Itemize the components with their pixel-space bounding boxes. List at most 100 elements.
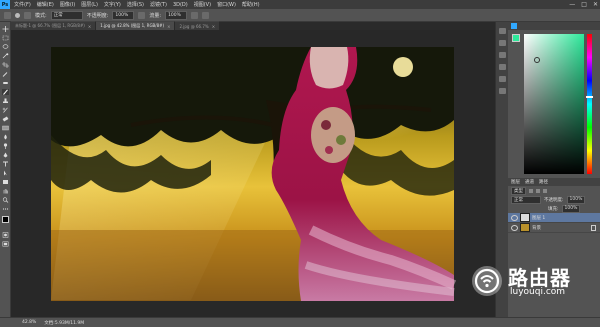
color-panel-header [508,22,600,30]
flow-label: 流量: [149,12,162,19]
type-tool-icon[interactable] [2,161,9,167]
layer-row-background[interactable]: 背景 [508,223,600,233]
tab-document-1[interactable]: 未标题-1 @ 66.7% (图层 1, RGB/8#) × [11,21,96,30]
tab-layers[interactable]: 图层 [511,179,520,185]
menu-file[interactable]: 文件(F) [14,1,31,8]
color-picker-cursor[interactable] [534,57,540,63]
watermark-url: luyouqi.com [510,287,566,297]
brush-panel-icon[interactable] [24,11,31,19]
brush-settings-icon[interactable] [499,64,506,70]
brush-tool-icon[interactable] [2,89,9,95]
pressure-size-icon[interactable] [202,11,210,19]
flow-input[interactable]: 100% [165,10,188,20]
tab-document-2[interactable]: 1.jpg @ 42.8% (图层 1, RGB/8#) × [96,21,175,30]
layer-filter-row: 类型 [508,186,600,195]
menu-edit[interactable]: 编辑(E) [37,1,54,8]
filter-pixel-icon[interactable] [529,188,533,193]
tab-label: 1.jpg @ 42.8% (图层 1, RGB/8#) [100,23,165,28]
mode-select[interactable]: 正常 [50,10,83,20]
menu-3d[interactable]: 3D(D) [173,2,188,8]
maximize-button[interactable]: □ [581,1,587,8]
filter-type-icon[interactable] [543,188,547,193]
zoom-tool-icon[interactable] [2,197,9,203]
pen-tool-icon[interactable] [2,152,9,158]
photo-layer [51,47,457,301]
move-tool-icon[interactable] [2,26,9,32]
photoshop-logo: Ps [0,0,10,9]
properties-panel-icon[interactable] [499,40,506,46]
layer-fill-input[interactable]: 100% [561,204,581,213]
blend-mode-select[interactable]: 正常 [511,195,541,204]
pressure-opacity-icon[interactable] [138,11,146,19]
foreground-color-chip[interactable] [512,34,520,42]
hue-slider-handle[interactable] [586,96,593,98]
document-canvas[interactable] [11,30,504,317]
hand-tool-icon[interactable] [2,188,9,194]
router-logo-icon [472,266,502,296]
eyedropper-tool-icon[interactable] [2,71,9,77]
filter-adjust-icon[interactable] [536,188,540,193]
path-select-tool-icon[interactable] [2,170,9,176]
visibility-eye-icon[interactable] [511,214,518,221]
brush-tool-preset-icon[interactable] [4,11,11,19]
minimize-button[interactable]: — [569,1,575,8]
menu-image[interactable]: 图像(I) [60,1,75,8]
eraser-tool-icon[interactable] [2,116,9,122]
color-field[interactable] [524,34,584,174]
zoom-level[interactable]: 42.8% [22,320,36,325]
window-controls: — □ ✕ [569,0,598,9]
foreground-color-swatch[interactable] [2,216,9,223]
layer-name[interactable]: 背景 [532,225,541,231]
tab-channels[interactable]: 通道 [525,179,534,185]
visibility-eye-icon[interactable] [511,224,518,231]
dodge-tool-icon[interactable] [2,143,9,149]
rectangle-tool-icon[interactable] [2,179,9,185]
menu-type[interactable]: 文字(Y) [104,1,121,8]
healing-brush-tool-icon[interactable] [2,80,9,86]
menu-window[interactable]: 窗口(W) [217,1,236,8]
history-brush-tool-icon[interactable] [2,107,9,113]
color-swatches[interactable] [2,216,11,226]
menu-help[interactable]: 帮助(H) [242,1,260,8]
hue-slider[interactable] [586,34,593,174]
close-tab-icon[interactable]: × [167,24,170,29]
edit-toolbar-icon[interactable] [2,206,9,212]
clone-stamp-tool-icon[interactable] [2,98,9,104]
marquee-tool-icon[interactable] [2,35,9,41]
status-bar: 42.8% 文档:5.93M/11.9M [0,317,600,327]
history-panel-icon[interactable] [499,28,506,34]
screen-mode-icon[interactable] [2,241,9,247]
close-button[interactable]: ✕ [593,1,598,8]
menu-filter[interactable]: 滤镜(T) [150,1,167,8]
menu-select[interactable]: 选择(S) [127,1,144,8]
close-tab-icon[interactable]: × [88,24,91,29]
brush-size-icon[interactable] [15,12,20,18]
layer-name[interactable]: 图层 1 [532,215,545,221]
menu-layer[interactable]: 图层(L) [81,1,98,8]
gradient-tool-icon[interactable] [2,125,9,131]
layer-opacity-label: 不透明度: [544,197,564,203]
layer-row-1[interactable]: 图层 1 [508,213,600,223]
character-panel-icon[interactable] [499,76,506,82]
layer-opacity-input[interactable]: 100% [566,195,586,204]
paragraph-panel-icon[interactable] [499,88,506,94]
tab-label: 2.jpg @ 66.7% [179,23,209,29]
quick-mask-icon[interactable] [2,232,9,238]
lasso-tool-icon[interactable] [2,44,9,50]
tab-paths[interactable]: 路径 [539,179,548,185]
adjustments-panel-icon[interactable] [499,52,506,58]
tab-label: 未标题-1 @ 66.7% (图层 1, RGB/8#) [15,23,85,28]
crop-tool-icon[interactable] [2,62,9,68]
layer-filter-select[interactable]: 类型 [511,186,526,195]
tab-document-3[interactable]: 2.jpg @ 66.7% × [175,21,220,30]
opacity-input[interactable]: 100% [112,10,135,20]
watermark: 路由器 luyouqi.com [470,262,598,302]
color-panel-tab-icon[interactable] [511,23,517,29]
blur-tool-icon[interactable] [2,134,9,140]
canvas-workspace[interactable] [11,30,504,317]
close-tab-icon[interactable]: × [212,24,215,29]
quick-select-tool-icon[interactable] [2,53,9,59]
airbrush-icon[interactable] [191,11,199,19]
menu-bar: Ps 文件(F) 编辑(E) 图像(I) 图层(L) 文字(Y) 选择(S) 滤… [0,0,600,9]
menu-view[interactable]: 视图(V) [194,1,211,8]
